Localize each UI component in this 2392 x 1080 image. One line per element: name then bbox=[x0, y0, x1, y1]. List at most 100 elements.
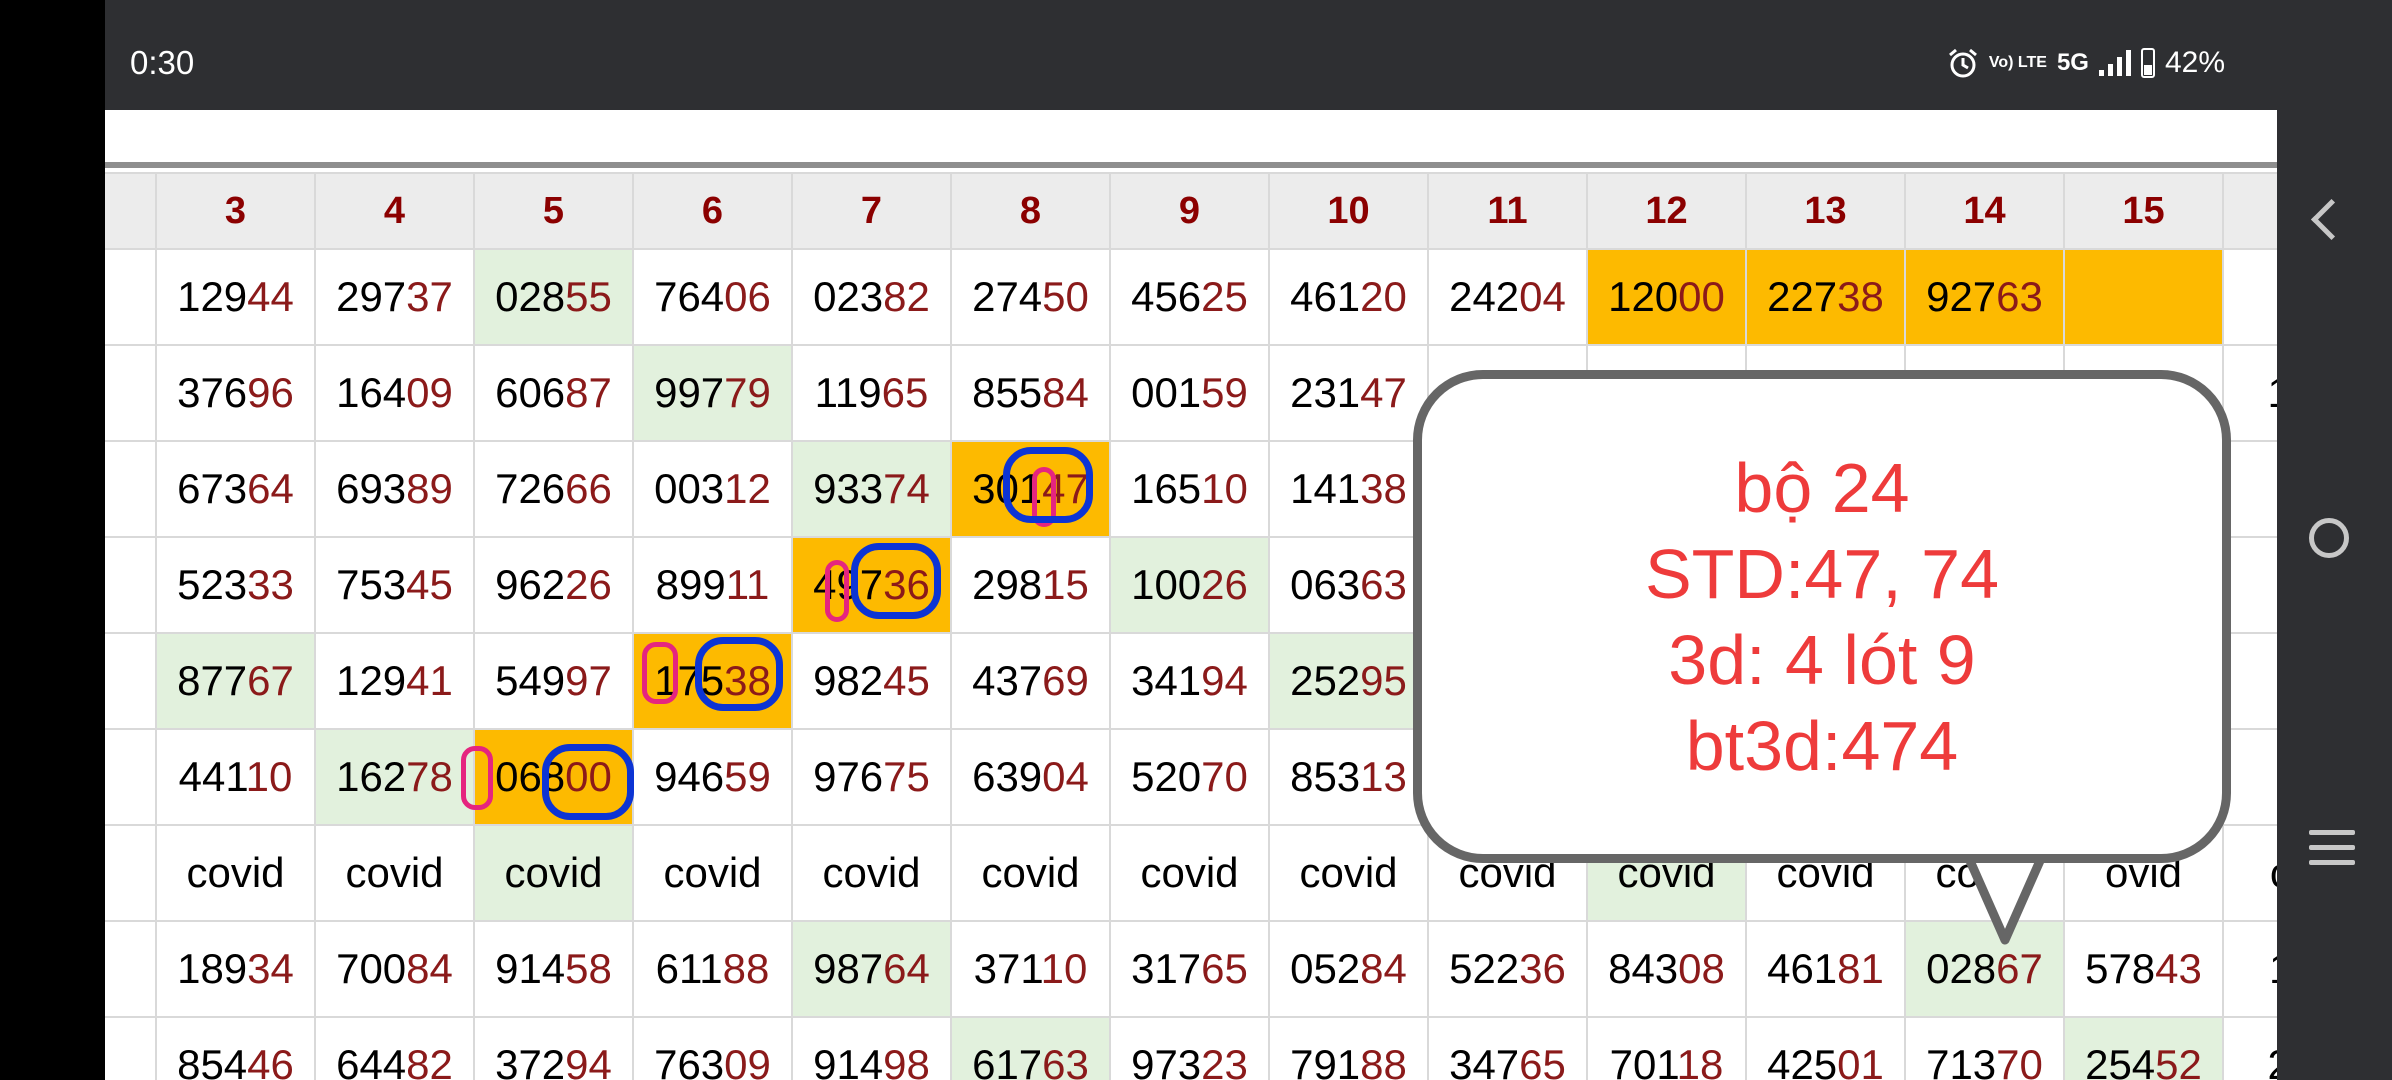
tail-digits: 18 bbox=[1676, 1041, 1724, 1080]
table-cell: 85584 bbox=[950, 344, 1111, 442]
table-cell: 91458 bbox=[473, 920, 634, 1018]
table-cell: 02382 bbox=[791, 248, 952, 346]
tail-digits: 94 bbox=[1201, 657, 1248, 704]
tail-digits: 97 bbox=[565, 657, 612, 704]
table-cell: 76309 bbox=[632, 1016, 793, 1080]
tail-digits: 45 bbox=[883, 657, 930, 704]
table-row: 2854466448237294763099149861763973237918… bbox=[105, 1016, 2277, 1080]
tail-digits: 94 bbox=[565, 1041, 612, 1080]
tail-digits: 15 bbox=[1042, 561, 1089, 608]
table-cell: 54997 bbox=[473, 632, 634, 730]
column-header: 2 bbox=[105, 172, 157, 250]
tail-digits: 52 bbox=[2155, 1041, 2202, 1080]
table-cell: 93374 bbox=[791, 440, 952, 538]
table-cell: 99779 bbox=[632, 344, 793, 442]
pink-circle-mark bbox=[642, 642, 678, 704]
table-cell: 85446 bbox=[155, 1016, 316, 1080]
battery-icon bbox=[2140, 48, 2155, 78]
tail-digits: 04 bbox=[1519, 273, 1566, 320]
table-cell: 64482 bbox=[314, 1016, 475, 1080]
table-cell: 12000 bbox=[1586, 248, 1747, 346]
column-header: 14 bbox=[1904, 172, 2065, 250]
table-cell: 27450 bbox=[950, 248, 1111, 346]
tail-digits: 96 bbox=[247, 369, 294, 416]
tail-digits: 26 bbox=[565, 561, 612, 608]
table-cell: 79188 bbox=[1268, 1016, 1429, 1080]
tail-digits: 10 bbox=[1201, 465, 1248, 512]
table-cell: 05284 bbox=[1268, 920, 1429, 1018]
table-cell: covid bbox=[473, 824, 634, 922]
table-cell: 42501 bbox=[1745, 1016, 1906, 1080]
tail-digits: 00 bbox=[1678, 273, 1725, 320]
tail-digits: 06 bbox=[724, 273, 771, 320]
table-cell bbox=[2222, 248, 2277, 346]
status-time: 0:30 bbox=[130, 44, 195, 81]
network-type: 5G bbox=[2056, 49, 2089, 76]
table-cell: covid bbox=[791, 824, 952, 922]
column-header: 11 bbox=[1427, 172, 1588, 250]
column-header: 4 bbox=[314, 172, 475, 250]
table-cell: cov bbox=[2222, 824, 2277, 922]
table-cell: 18934 bbox=[155, 920, 316, 1018]
table-cell: 97323 bbox=[1109, 1016, 1270, 1080]
home-icon[interactable] bbox=[2309, 518, 2349, 558]
table-cell: 89911 bbox=[632, 536, 793, 634]
tail-digits: 66 bbox=[565, 465, 612, 512]
blue-circle-mark bbox=[851, 543, 941, 619]
table-cell: 22738 bbox=[1745, 248, 1906, 346]
tail-digits: 26 bbox=[1201, 561, 1248, 608]
table-cell: 2 bbox=[105, 632, 157, 730]
recents-icon[interactable] bbox=[2309, 830, 2355, 875]
tail-digits: 01 bbox=[1837, 1041, 1884, 1080]
table-cell: 87767 bbox=[155, 632, 316, 730]
column-header: 12 bbox=[1586, 172, 1747, 250]
top-divider bbox=[105, 162, 2277, 168]
table-cell: 46181 bbox=[1745, 920, 1906, 1018]
callout-bubble: bộ 24 STD:47, 74 3d: 4 lót 9 bt3d:474 bbox=[1413, 370, 2231, 863]
tail-digits: 75 bbox=[883, 753, 930, 800]
tail-digits: 09 bbox=[406, 369, 453, 416]
table-cell: 57843 bbox=[2063, 920, 2224, 1018]
table-cell: 4 bbox=[105, 536, 157, 634]
callout-line: bt3d:474 bbox=[1685, 706, 1959, 785]
table-cell: 85313 bbox=[1268, 728, 1429, 826]
tail-digits: 70 bbox=[1201, 753, 1248, 800]
table-cell: 00159 bbox=[1109, 344, 1270, 442]
tail-digits: 78 bbox=[406, 753, 453, 800]
tail-digits: 38 bbox=[1837, 273, 1884, 320]
volte-icon: Vo) LTE bbox=[1988, 54, 2047, 71]
table-cell: l bbox=[105, 824, 157, 922]
table-cell: 96226 bbox=[473, 536, 634, 634]
tail-digits: 65 bbox=[1201, 945, 1248, 992]
table-cell: 194 bbox=[2222, 344, 2277, 442]
tail-digits: 37 bbox=[406, 273, 453, 320]
tail-digits: 64 bbox=[883, 945, 930, 992]
navigation-bar bbox=[2277, 0, 2392, 1080]
back-icon[interactable] bbox=[2310, 198, 2353, 241]
table-cell: 67364 bbox=[155, 440, 316, 538]
table-cell: 98764 bbox=[791, 920, 952, 1018]
table-cell: 97 bbox=[2222, 728, 2277, 826]
tail-digits: 98 bbox=[883, 1041, 930, 1080]
signal-icon bbox=[2098, 50, 2131, 76]
table-cell bbox=[2063, 248, 2224, 346]
tail-digits: 64 bbox=[247, 465, 294, 512]
web-content[interactable]: 2345678910111213141516712944297370285576… bbox=[105, 110, 2277, 1080]
table-cell: 44110 bbox=[155, 728, 316, 826]
table-cell: 76406 bbox=[632, 248, 793, 346]
tail-digits: 43 bbox=[2155, 945, 2202, 992]
alarm-icon bbox=[1948, 48, 1977, 78]
tail-digits: 67 bbox=[247, 657, 294, 704]
table-cell: 91498 bbox=[791, 1016, 952, 1080]
table-cell: 70084 bbox=[314, 920, 475, 1018]
tail-digits: 63 bbox=[1360, 561, 1407, 608]
battery-percent: 42% bbox=[2164, 46, 2225, 79]
table-cell: 205 bbox=[2222, 1016, 2277, 1080]
table-cell: 37110 bbox=[950, 920, 1111, 1018]
tail-digits: 47 bbox=[1360, 369, 1407, 416]
table-cell: 60687 bbox=[473, 344, 634, 442]
table-cell: covid bbox=[950, 824, 1111, 922]
table-cell: 63904 bbox=[950, 728, 1111, 826]
table-cell: 23147 bbox=[1268, 344, 1429, 442]
tail-digits: 63 bbox=[1996, 273, 2043, 320]
